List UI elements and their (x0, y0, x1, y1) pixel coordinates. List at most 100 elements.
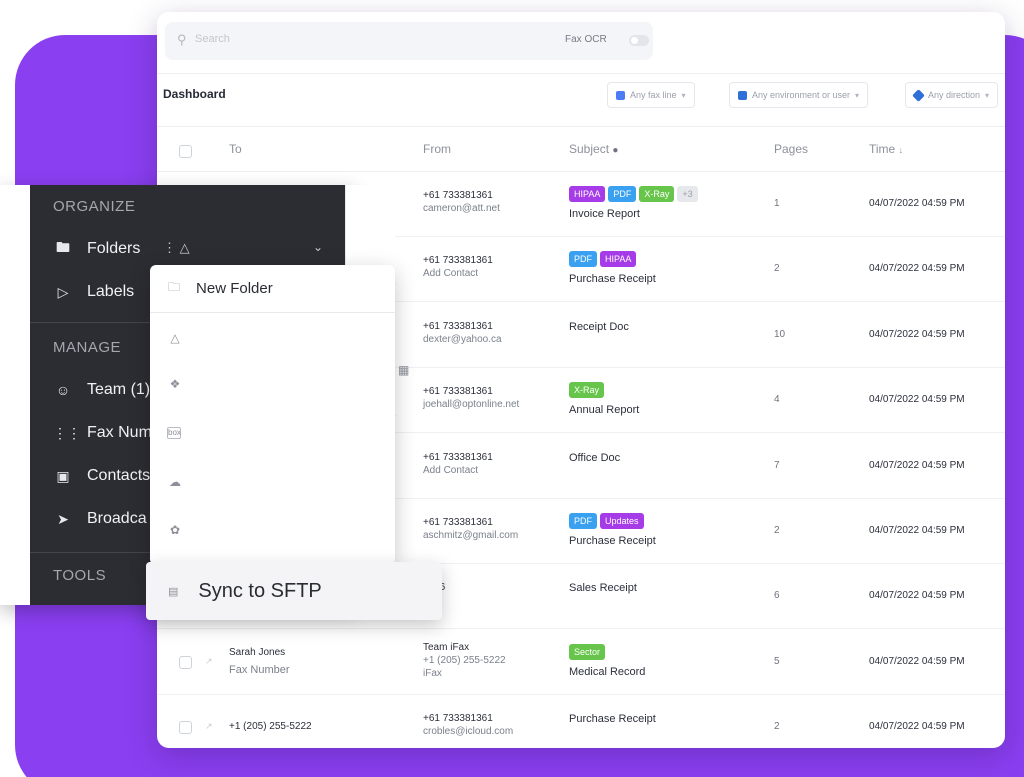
row-from-number: +61 733381361 (423, 451, 493, 463)
row-pages: 7 (774, 459, 780, 471)
row-from-detail[interactable]: cameron@att.net (423, 203, 500, 214)
chevron-down-icon[interactable]: ⌄ (313, 240, 323, 254)
row-from-detail[interactable]: +1 (205) 255-5222 (423, 655, 506, 666)
row-from-number: +61 733381361 (423, 517, 493, 528)
row-checkbox[interactable] (179, 655, 192, 669)
row-pages: 1 (774, 198, 780, 209)
tag-badge[interactable]: Updates (600, 513, 644, 529)
row-time: 04/07/2022 04:59 PM (869, 459, 965, 471)
folder-icon: 🖿 (56, 239, 70, 255)
fax-line-filter-label: Any fax line (630, 90, 677, 100)
row-time: 04/07/2022 04:59 PM (869, 263, 965, 275)
folders-dropdown-menu: 🗀 New Folder △ ❖ box ☁ ✿ (150, 265, 395, 565)
box-icon[interactable]: box (167, 427, 181, 439)
sidebar-item-fax-numbers[interactable]: ⋮⋮ Fax Num (53, 421, 152, 445)
sidebar-left-margin (0, 185, 30, 605)
row-pages: 2 (774, 721, 780, 733)
onedrive-icon[interactable]: ☁ (167, 475, 183, 491)
row-time: 04/07/2022 04:59 PM (869, 590, 965, 602)
info-icon: ● (612, 145, 619, 156)
environment-filter-label: Any environment or user (752, 90, 851, 100)
row-time: 04/07/2022 04:59 PM (869, 525, 965, 536)
new-folder-button[interactable]: 🗀 New Folder (150, 265, 395, 313)
column-subject-label: Subject (569, 142, 610, 156)
column-pages[interactable]: Pages (774, 142, 808, 156)
outgoing-arrow-icon: ↗ (205, 655, 213, 666)
row-tags: X-Ray (569, 382, 605, 399)
row-tags: PDF HIPAA (569, 251, 637, 268)
fax-ocr-label: Fax OCR (565, 34, 607, 45)
tag-badge[interactable]: Sector (569, 643, 606, 660)
row-from-detail[interactable]: dexter@yahoo.ca (423, 334, 502, 345)
tag-badge[interactable]: HIPAA (569, 186, 606, 202)
tag-badge[interactable]: X-Ray (639, 186, 675, 202)
row-from-detail[interactable]: crobles@icloud.com (423, 726, 513, 737)
fax-line-filter[interactable]: Any fax line ▾ (607, 82, 695, 108)
row-from-detail[interactable]: joehall@optonline.net (423, 399, 519, 410)
tag-badge[interactable]: +3 (677, 186, 698, 202)
row-pages: 2 (774, 263, 780, 275)
sidebar-item-labels[interactable]: ▷ Labels (53, 280, 135, 304)
direction-filter[interactable]: Any direction ▾ (905, 82, 999, 108)
column-from[interactable]: From (423, 142, 451, 156)
section-tools: TOOLS (53, 567, 107, 584)
column-time-label: Time (869, 142, 896, 156)
sidebar-item-broadcast[interactable]: ➤ Broadca (53, 507, 146, 531)
contacts-icon: ▣ (56, 467, 70, 484)
row-from-number: +61 733381361 (423, 190, 493, 201)
sync-to-sftp-button[interactable]: ▤ Sync to SFTP (146, 562, 442, 620)
row-subject: Medical Record (569, 665, 646, 678)
row-to-detail: Fax Number (229, 663, 290, 676)
row-subject: Purchase Receipt (569, 273, 656, 286)
row-pages: 10 (774, 328, 786, 340)
dropbox-icon[interactable]: ❖ (167, 377, 183, 393)
row-time: 04/07/2022 04:59 PM (869, 198, 965, 209)
row-time: 04/07/2022 04:59 PM (869, 655, 965, 667)
search-input[interactable]: Search (195, 33, 230, 45)
row-from-number: +61 733381361 (423, 255, 493, 267)
row-subject: Office Doc (569, 451, 621, 464)
search-bar[interactable]: ⚲ Search Fax OCR (165, 22, 653, 60)
row-pages: 5 (774, 655, 780, 667)
fax-ocr-toggle[interactable] (629, 35, 649, 46)
environment-filter[interactable]: Any environment or user ▾ (729, 82, 869, 108)
row-subject: Sales Receipt (569, 582, 637, 595)
column-subject[interactable]: Subject ● (569, 142, 618, 156)
grid-icon: ▦ (398, 363, 410, 377)
section-manage: MANAGE (53, 339, 122, 356)
row-pages: 4 (774, 394, 780, 406)
row-time: 04/07/2022 04:59 PM (869, 721, 965, 733)
select-all-checkbox[interactable] (179, 145, 192, 158)
row-from-detail[interactable]: aschmitz@gmail.com (423, 530, 518, 541)
megaphone-icon: ➤ (57, 510, 69, 527)
row-from-extra: iFax (423, 667, 442, 679)
tag-badge[interactable]: HIPAA (600, 251, 637, 268)
row-checkbox[interactable] (179, 721, 192, 735)
sidebar-item-contacts[interactable]: ▣ Contacts (53, 464, 150, 488)
column-to[interactable]: To (229, 142, 242, 156)
new-folder-icon: 🗀 (168, 280, 181, 294)
row-from-number: +61 733381361 (423, 320, 493, 332)
sidebar-item-folders[interactable]: 🖿 Folders (53, 237, 140, 261)
row-subject: Purchase Receipt (569, 713, 656, 726)
row-subject: Annual Report (569, 404, 640, 417)
tag-badge[interactable]: X-Ray (569, 382, 605, 399)
sharepoint-icon[interactable]: ✿ (167, 523, 183, 539)
row-time: 04/07/2022 04:59 PM (869, 394, 965, 406)
table-row[interactable]: ↗ Sarah Jones Fax Number Team iFax +1 (205) … (157, 630, 1005, 695)
row-subject: Invoice Report (569, 208, 640, 220)
tag-badge[interactable]: PDF (569, 513, 597, 529)
column-time[interactable]: Time ↓ (869, 142, 903, 156)
google-drive-icon[interactable]: △ (167, 331, 183, 347)
sidebar-item-team[interactable]: ☺ Team (1) (53, 378, 150, 402)
section-organize: ORGANIZE (53, 198, 136, 215)
sidebar-item-label: Folders (87, 240, 141, 257)
tag-badge[interactable]: PDF (569, 251, 597, 268)
row-from-detail[interactable]: Add Contact (423, 268, 478, 279)
sftp-icon: ▤ (168, 585, 179, 598)
tag-badge[interactable]: PDF (608, 186, 637, 202)
sort-icon: ↓ (898, 145, 904, 155)
row-pages: 2 (774, 525, 780, 536)
row-from-detail[interactable]: Add Contact (423, 465, 478, 476)
table-row[interactable]: ↗ +1 (205) 255-5222 +61 733381361 crobles@i… (157, 695, 1005, 748)
